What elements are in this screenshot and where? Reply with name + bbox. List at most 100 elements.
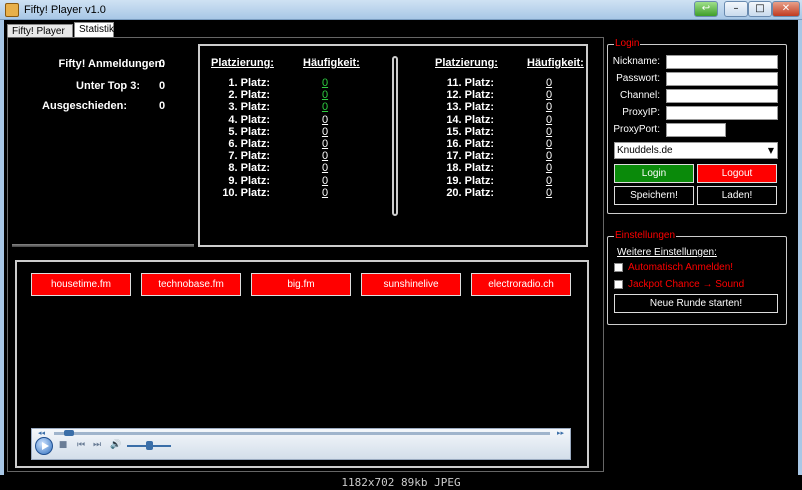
server-select[interactable]: Knuddels.de ▼ bbox=[614, 142, 778, 159]
rank-value: 0 bbox=[321, 174, 329, 187]
rank-label: 12. Platz: bbox=[446, 89, 494, 102]
rank-value: 0 bbox=[321, 77, 329, 89]
minimize-button[interactable]: – bbox=[724, 1, 748, 17]
stat-label-anmeldungen: Fifty! Anmeldungen: bbox=[58, 58, 165, 70]
login-group: Login Nickname: Passwort: Channel: ProxyIP:… bbox=[607, 38, 787, 214]
radio-station-button[interactable]: big.fm bbox=[251, 273, 351, 296]
radio-station-button[interactable]: housetime.fm bbox=[31, 273, 131, 296]
rank-label: 5. Platz: bbox=[228, 125, 270, 138]
login-group-title: Login bbox=[614, 38, 641, 49]
radio-panel: housetime.fm technobase.fm big.fm sunshinel… bbox=[15, 260, 589, 468]
stat-label-ausgeschieden: Ausgeschieden: bbox=[42, 100, 127, 112]
rank-label: 16. Platz: bbox=[446, 138, 494, 150]
header-haeufigkeit-left: Häufigkeit: bbox=[303, 57, 360, 69]
media-player: ◂◂ ▸▸ ■ ⏮ ⏭ 🔊 bbox=[31, 428, 571, 460]
rank-label: 4. Platz: bbox=[228, 113, 270, 126]
rank-label: 14. Platz: bbox=[446, 113, 494, 126]
new-round-button[interactable]: Neue Runde starten! bbox=[614, 294, 778, 313]
jackpot-checkbox[interactable] bbox=[614, 280, 623, 289]
rank-value: 0 bbox=[321, 186, 329, 199]
stat-value-top3: 0 bbox=[159, 80, 166, 92]
rank-value: 0 bbox=[545, 186, 553, 199]
rank-value: 0 bbox=[321, 150, 329, 163]
rank-label: 2. Platz: bbox=[228, 89, 270, 102]
rank-value: 0 bbox=[321, 89, 329, 102]
rank-label: 9. Platz: bbox=[228, 174, 270, 187]
settings-group: Einstellungen Weitere Einstellungen: Aut… bbox=[607, 230, 787, 325]
login-input[interactable] bbox=[666, 55, 778, 69]
login-input[interactable] bbox=[666, 72, 778, 86]
settings-group-title: Einstellungen bbox=[614, 230, 677, 241]
radio-station-button[interactable]: sunshinelive bbox=[361, 273, 461, 296]
volume-knob[interactable] bbox=[146, 441, 153, 450]
rank-label: 17. Platz: bbox=[446, 150, 494, 163]
rank-value: 0 bbox=[321, 113, 329, 126]
rank-label: 18. Platz: bbox=[446, 162, 494, 175]
rank-value: 0 bbox=[321, 101, 329, 114]
login-input[interactable] bbox=[666, 123, 726, 137]
previous-icon[interactable]: ⏮ bbox=[76, 440, 86, 450]
settings-subtitle: Weitere Einstellungen: bbox=[617, 247, 717, 258]
seek-back-icon[interactable]: ◂◂ bbox=[38, 429, 45, 437]
rank-value: 0 bbox=[545, 113, 553, 126]
rank-value: 0 bbox=[545, 150, 553, 163]
volume-icon[interactable]: 🔊 bbox=[110, 440, 121, 450]
seek-forward-icon[interactable]: ▸▸ bbox=[557, 429, 564, 437]
next-icon[interactable]: ⏭ bbox=[92, 440, 102, 450]
image-info-footer: 1182x702 89kb JPEG bbox=[0, 475, 802, 490]
rank-value: 0 bbox=[545, 101, 553, 114]
rank-label: 13. Platz: bbox=[446, 101, 494, 114]
ranking-panel: Platzierung: Häufigkeit: Platzierung: Hä… bbox=[198, 44, 588, 247]
auto-login-label: Automatisch Anmelden! bbox=[628, 262, 734, 273]
field-label: Passwort: bbox=[616, 73, 660, 84]
jackpot-label: Jackpot Chance → Sound bbox=[628, 279, 745, 290]
tab-fifty-player[interactable]: Fifty! Player v1 bbox=[7, 24, 73, 51]
stat-label-top3: Unter Top 3: bbox=[76, 80, 140, 92]
stat-value-anmeldungen: 0 bbox=[159, 58, 166, 70]
close-button[interactable]: ✕ bbox=[772, 1, 800, 17]
login-input[interactable] bbox=[666, 89, 778, 103]
auto-login-checkbox[interactable] bbox=[614, 263, 623, 272]
title-bar: Fifty! Player v1.0 ↩ – □ ✕ bbox=[0, 0, 802, 20]
rank-label: 3. Platz: bbox=[228, 101, 270, 114]
rank-value: 0 bbox=[545, 125, 553, 138]
rank-label: 10. Platz: bbox=[222, 186, 270, 199]
login-button[interactable]: Login bbox=[614, 164, 694, 183]
rank-label: 11. Platz: bbox=[446, 77, 494, 89]
maximize-button[interactable]: □ bbox=[748, 1, 772, 17]
rank-value: 0 bbox=[545, 174, 553, 187]
rank-value: 0 bbox=[545, 89, 553, 102]
save-button[interactable]: Speichern! bbox=[614, 186, 694, 205]
field-label: ProxyIP: bbox=[622, 107, 660, 118]
rank-label: 20. Platz: bbox=[446, 186, 494, 199]
chevron-down-icon: ▼ bbox=[767, 146, 774, 155]
field-label: Nickname: bbox=[612, 56, 660, 67]
extra-window-button[interactable]: ↩ bbox=[694, 1, 718, 17]
rank-value: 0 bbox=[545, 162, 553, 175]
tab-statistik[interactable]: Statistik bbox=[74, 22, 114, 38]
seek-bar[interactable] bbox=[54, 432, 550, 435]
stop-icon[interactable]: ■ bbox=[58, 440, 68, 450]
rank-value: 0 bbox=[321, 162, 329, 175]
login-input[interactable] bbox=[666, 106, 778, 120]
rank-label: 1. Platz: bbox=[228, 77, 270, 89]
logout-button[interactable]: Logout bbox=[697, 164, 777, 183]
rank-value: 0 bbox=[321, 138, 329, 150]
rank-label: 15. Platz: bbox=[446, 125, 494, 138]
seek-knob[interactable] bbox=[63, 430, 74, 436]
rank-value: 0 bbox=[321, 125, 329, 138]
load-button[interactable]: Laden! bbox=[697, 186, 777, 205]
radio-station-button[interactable]: technobase.fm bbox=[141, 273, 241, 296]
window-title: Fifty! Player v1.0 bbox=[24, 4, 106, 16]
rank-value: 0 bbox=[545, 77, 553, 89]
rank-label: 7. Platz: bbox=[228, 150, 270, 163]
radio-station-button[interactable]: electroradio.ch bbox=[471, 273, 571, 296]
rank-value: 0 bbox=[545, 138, 553, 150]
field-label: ProxyPort: bbox=[613, 124, 660, 135]
header-platzierung-left: Platzierung: bbox=[211, 57, 274, 69]
app-icon bbox=[5, 3, 19, 17]
server-select-value: Knuddels.de bbox=[617, 145, 673, 156]
stat-value-ausgeschieden: 0 bbox=[159, 100, 166, 112]
splitter[interactable] bbox=[12, 244, 194, 247]
play-button[interactable] bbox=[35, 437, 53, 455]
